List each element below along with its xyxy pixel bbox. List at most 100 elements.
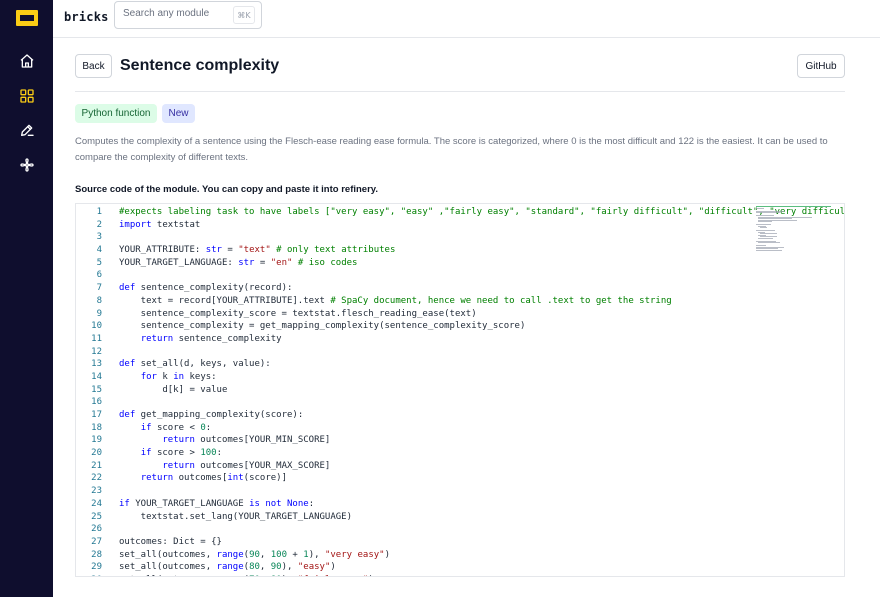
code-line: 18 if score < 0: <box>76 422 756 435</box>
line-content: set_all(outcomes, range(80, 90), "easy") <box>119 562 336 573</box>
code-line: 20 if score > 100: <box>76 447 756 460</box>
badge-python-function: Python function <box>75 104 157 123</box>
line-content: d[k] = value <box>119 384 228 395</box>
line-number: 7 <box>96 283 102 294</box>
divider <box>75 91 845 92</box>
line-content: YOUR_ATTRIBUTE: str = "text" # only text… <box>119 245 396 256</box>
line-content: #expects labeling task to have labels ["… <box>119 207 845 217</box>
sidebar-item-edit[interactable] <box>14 117 40 143</box>
badge-new: New <box>162 104 195 123</box>
line-number: 9 <box>96 308 102 319</box>
line-content: def get_mapping_complexity(score): <box>119 410 304 420</box>
line-number: 5 <box>96 257 102 268</box>
code-line: 29 set_all(outcomes, range(80, 90), "easy… <box>76 561 756 574</box>
code-line: 30 set_all(outcomes, range(70, 80), "fair… <box>76 574 756 576</box>
minimap-line <box>758 221 773 222</box>
top-bar: bricks ⌘K <box>53 0 880 38</box>
minimap-line <box>760 227 767 228</box>
code-line: 21 return outcomes[YOUR_MAX_SCORE] <box>76 460 756 473</box>
line-number: 2 <box>96 219 102 230</box>
line-number: 4 <box>96 245 102 256</box>
line-number: 15 <box>91 384 102 395</box>
line-number: 19 <box>91 435 102 446</box>
search-shortcut: ⌘K <box>233 6 255 24</box>
sidebar-item-modules[interactable] <box>14 83 40 109</box>
code-line: 8 text = record[YOUR_ATTRIBUTE].text # S… <box>76 295 756 308</box>
code-line: 4 YOUR_ATTRIBUTE: str = "text" # only tex… <box>76 244 756 257</box>
app-name: bricks <box>64 10 109 24</box>
logo-icon[interactable] <box>16 10 38 26</box>
code-line: 19 return outcomes[YOUR_MIN_SCORE] <box>76 434 756 447</box>
code-line: 11 return sentence_complexity <box>76 333 756 346</box>
line-content: if score > 100: <box>140 448 222 459</box>
line-number: 29 <box>91 562 102 573</box>
home-icon <box>20 54 34 68</box>
code-line: 13 def set_all(d, keys, value): <box>76 358 756 371</box>
code-line: 1 #expects labeling task to have labels [… <box>76 206 844 219</box>
code-line: 3 <box>76 231 756 244</box>
line-content: set_all(outcomes, range(90, 100 + 1), "v… <box>119 549 390 560</box>
line-content: def sentence_complexity(record): <box>119 283 293 294</box>
line-number: 21 <box>91 460 102 471</box>
code-line: 28 set_all(outcomes, range(90, 100 + 1), … <box>76 549 756 562</box>
back-button[interactable]: Back <box>75 54 112 78</box>
code-editor[interactable]: 1 #expects labeling task to have labels [… <box>75 203 845 577</box>
code-line: 2 import textstat <box>76 219 756 232</box>
line-content: set_all(outcomes, range(70, 80), "fairly… <box>119 574 374 576</box>
code-line: 16 <box>76 396 756 409</box>
minimap-line <box>756 212 781 213</box>
line-content: sentence_complexity_score = textstat.fle… <box>119 308 477 319</box>
code-line: 26 <box>76 523 756 536</box>
line-number: 10 <box>91 321 102 332</box>
line-number: 20 <box>91 448 102 459</box>
line-number: 11 <box>91 333 102 344</box>
minimap-line <box>758 237 774 239</box>
line-number: 6 <box>96 270 102 281</box>
source-code-label: Source code of the module. You can copy … <box>75 184 378 195</box>
line-number: 12 <box>91 346 102 357</box>
sidebar <box>0 0 53 597</box>
line-content: textstat.set_lang(YOUR_TARGET_LANGUAGE) <box>119 511 352 522</box>
code-line: 23 <box>76 485 756 498</box>
line-content: return sentence_complexity <box>140 333 282 344</box>
line-number: 26 <box>91 524 102 535</box>
sidebar-item-home[interactable] <box>14 48 40 74</box>
code-line: 15 d[k] = value <box>76 384 756 397</box>
line-content: sentence_complexity = get_mapping_comple… <box>119 321 526 332</box>
line-number: 16 <box>91 397 102 408</box>
line-content: def set_all(d, keys, value): <box>119 359 271 370</box>
sidebar-item-integrations[interactable] <box>14 152 40 178</box>
minimap-line <box>756 206 832 207</box>
page-title: Sentence complexity <box>120 57 280 74</box>
module-description: Computes the complexity of a sentence us… <box>75 136 828 163</box>
line-number: 17 <box>91 410 102 420</box>
line-content: return outcomes[YOUR_MIN_SCORE] <box>162 435 331 446</box>
minimap-line <box>758 242 780 243</box>
code-line: 22 return outcomes[int(score)] <box>76 472 756 485</box>
code-line: 5 YOUR_TARGET_LANGUAGE: str = "en" # iso … <box>76 257 756 270</box>
code-line: 27 outcomes: Dict = {} <box>76 536 756 549</box>
code-line: 12 <box>76 346 756 359</box>
github-button[interactable]: GitHub <box>797 54 845 78</box>
search-input[interactable] <box>123 8 231 19</box>
search-box[interactable]: ⌘K <box>114 1 262 29</box>
line-number: 3 <box>96 232 102 243</box>
line-content: return outcomes[YOUR_MAX_SCORE] <box>162 460 331 471</box>
minimap-line <box>756 249 782 251</box>
line-number: 27 <box>91 536 102 547</box>
code-minimap[interactable] <box>754 204 840 252</box>
line-number: 1 <box>96 207 102 217</box>
code-line: 14 for k in keys: <box>76 371 756 384</box>
line-number: 25 <box>91 511 102 522</box>
line-content: import textstat <box>119 219 201 230</box>
line-number: 30 <box>76 574 102 576</box>
line-content: YOUR_TARGET_LANGUAGE: str = "en" # iso c… <box>119 257 358 268</box>
line-number: 13 <box>91 359 102 370</box>
line-number: 28 <box>91 549 102 560</box>
line-content: for k in keys: <box>140 371 217 382</box>
line-number: 8 <box>96 295 102 306</box>
code-line: 25 textstat.set_lang(YOUR_TARGET_LANGUAG… <box>76 511 756 524</box>
code-line: 9 sentence_complexity_score = textstat.f… <box>76 308 756 321</box>
propeller-icon <box>20 158 34 172</box>
line-content: return outcomes[int(score)] <box>140 473 288 484</box>
